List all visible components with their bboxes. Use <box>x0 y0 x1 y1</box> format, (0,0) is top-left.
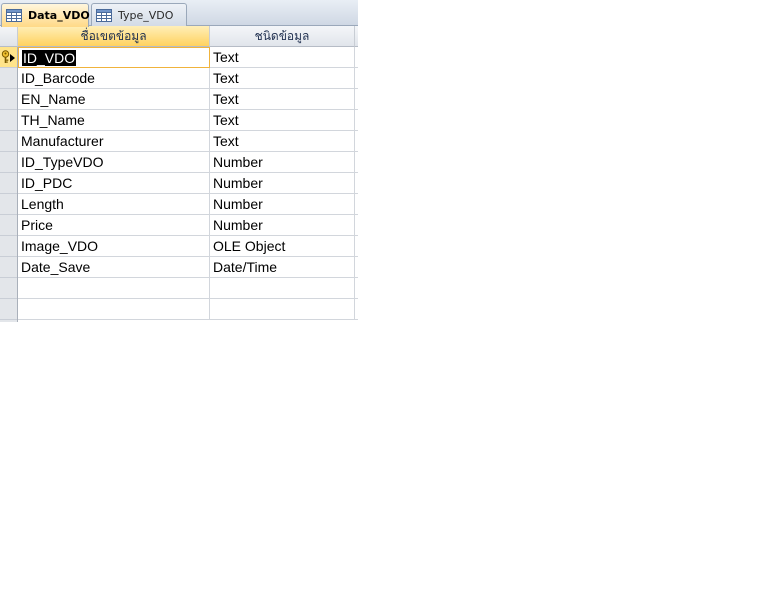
description-cell[interactable] <box>355 110 358 131</box>
description-cell[interactable] <box>355 278 358 299</box>
description-cell[interactable] <box>355 173 358 194</box>
description-cell[interactable] <box>355 68 358 89</box>
field-name-cell[interactable]: EN_Name <box>18 89 210 110</box>
field-row[interactable]: ID_Barcode Text <box>18 68 358 89</box>
field-name-cell[interactable] <box>18 299 210 320</box>
field-row[interactable] <box>18 299 358 320</box>
field-name-cell[interactable]: ID_PDC <box>18 173 210 194</box>
data-type-cell[interactable]: Text <box>210 110 355 131</box>
description-cell[interactable] <box>355 131 358 152</box>
data-type-cell[interactable]: Text <box>210 47 355 68</box>
field-grid: ชื่อเขตข้อมูล ชนิดข้อมูล ID_VDO Text ID_… <box>0 26 358 322</box>
description-cell[interactable] <box>355 299 358 320</box>
row-selector[interactable] <box>0 110 17 131</box>
field-row[interactable]: Price Number <box>18 215 358 236</box>
data-type-cell[interactable]: Number <box>210 194 355 215</box>
data-type-cell[interactable]: Text <box>210 68 355 89</box>
field-row[interactable]: ID_TypeVDO Number <box>18 152 358 173</box>
field-row[interactable]: Image_VDO OLE Object <box>18 236 358 257</box>
primary-key-icon <box>1 50 10 63</box>
data-type-cell[interactable] <box>210 278 355 299</box>
data-type-cell[interactable] <box>210 299 355 320</box>
field-name-cell[interactable]: Manufacturer <box>18 131 210 152</box>
field-row[interactable]: Manufacturer Text <box>18 131 358 152</box>
description-cell[interactable] <box>355 257 358 278</box>
document-tab-bar: Data_VDO Type_VDO <box>0 0 358 27</box>
field-name-cell[interactable]: Image_VDO <box>18 236 210 257</box>
field-name-cell[interactable] <box>18 278 210 299</box>
field-name-cell[interactable]: Length <box>18 194 210 215</box>
table-designer: Data_VDO Type_VDO ชื่อเขตข้อมูล ชนิดข้อม… <box>0 0 358 322</box>
description-cell[interactable] <box>355 47 358 68</box>
column-header-description[interactable] <box>355 26 358 47</box>
description-cell[interactable] <box>355 89 358 110</box>
row-selector[interactable] <box>0 89 17 110</box>
tab-type-vdo[interactable]: Type_VDO <box>91 3 187 26</box>
row-selector[interactable] <box>0 215 17 236</box>
data-type-cell[interactable]: Text <box>210 131 355 152</box>
description-cell[interactable] <box>355 215 358 236</box>
field-row[interactable]: ID_VDO Text <box>18 47 358 68</box>
field-name-cell[interactable]: ID_Barcode <box>18 68 210 89</box>
row-selector[interactable] <box>0 47 17 68</box>
row-selector[interactable] <box>0 278 17 299</box>
field-row[interactable] <box>18 278 358 299</box>
field-name-cell[interactable]: Date_Save <box>18 257 210 278</box>
field-row[interactable]: Date_Save Date/Time <box>18 257 358 278</box>
row-selector[interactable] <box>0 257 17 278</box>
tab-data-vdo[interactable]: Data_VDO <box>1 3 90 27</box>
data-type-cell[interactable]: Number <box>210 215 355 236</box>
data-type-cell[interactable]: Date/Time <box>210 257 355 278</box>
data-type-cell[interactable]: Number <box>210 173 355 194</box>
data-type-cell[interactable]: Text <box>210 89 355 110</box>
field-name-cell[interactable]: TH_Name <box>18 110 210 131</box>
field-row[interactable]: TH_Name Text <box>18 110 358 131</box>
tab-label: Type_VDO <box>118 8 174 22</box>
data-type-cell[interactable]: OLE Object <box>210 236 355 257</box>
field-name-cell[interactable]: Price <box>18 215 210 236</box>
table-icon <box>96 8 112 22</box>
field-name-cell[interactable]: ID_TypeVDO <box>18 152 210 173</box>
row-selector[interactable] <box>0 131 17 152</box>
row-selector[interactable] <box>0 173 17 194</box>
row-selector[interactable] <box>0 299 17 320</box>
tab-label: Data_VDO <box>28 9 90 22</box>
description-cell[interactable] <box>355 236 358 257</box>
field-name-text: ID_VDO <box>22 50 77 66</box>
description-cell[interactable] <box>355 194 358 215</box>
field-row[interactable]: ID_PDC Number <box>18 173 358 194</box>
column-header-data-type[interactable]: ชนิดข้อมูล <box>210 26 355 47</box>
row-selector[interactable] <box>0 152 17 173</box>
field-row[interactable]: EN_Name Text <box>18 89 358 110</box>
description-cell[interactable] <box>355 152 358 173</box>
current-row-arrow-icon <box>10 54 15 62</box>
field-row[interactable]: Length Number <box>18 194 358 215</box>
column-header-field-name[interactable]: ชื่อเขตข้อมูล <box>18 26 210 47</box>
table-icon <box>6 9 22 22</box>
select-all-corner[interactable] <box>0 26 18 47</box>
data-type-cell[interactable]: Number <box>210 152 355 173</box>
row-selector[interactable] <box>0 194 17 215</box>
row-selector[interactable] <box>0 68 17 89</box>
field-name-cell[interactable]: ID_VDO <box>18 47 210 68</box>
row-selector[interactable] <box>0 236 17 257</box>
row-selector-column <box>0 47 18 322</box>
